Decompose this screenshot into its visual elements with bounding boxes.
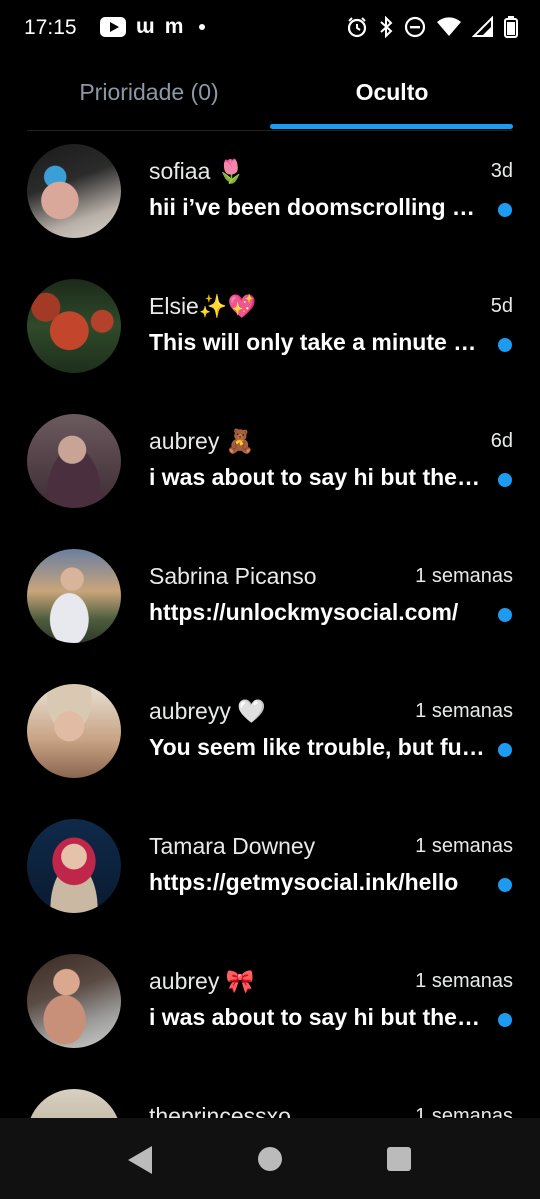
conversation-name: aubrey 🧸 bbox=[149, 428, 255, 454]
avatar[interactable] bbox=[27, 684, 121, 778]
messenger-icon: m bbox=[164, 15, 184, 38]
unread-indicator bbox=[498, 338, 512, 352]
avatar[interactable] bbox=[27, 1089, 121, 1118]
conversation-row[interactable]: Elsie✨💖 5d This will only take a minute … bbox=[0, 271, 540, 406]
unread-indicator bbox=[498, 203, 512, 217]
unread-indicator bbox=[498, 473, 512, 487]
more-dot-icon bbox=[199, 24, 206, 30]
conversation-name: Elsie✨💖 bbox=[149, 293, 257, 319]
tab-priority[interactable]: Prioridade (0) bbox=[27, 62, 271, 122]
conversation-preview: You seem like trouble, but fun trouble bbox=[149, 734, 485, 760]
conversation-name: aubrey 🎀 bbox=[149, 968, 255, 994]
avatar[interactable] bbox=[27, 279, 121, 373]
unread-indicator bbox=[498, 1013, 512, 1027]
conversation-row[interactable]: aubreyy 🤍 1 semanas You seem like troubl… bbox=[0, 676, 540, 811]
avatar[interactable] bbox=[27, 414, 121, 508]
avatar[interactable] bbox=[27, 819, 121, 913]
unread-indicator bbox=[498, 743, 512, 757]
status-left-icons: ɯ m bbox=[100, 15, 206, 38]
conversation-time: 1 semanas bbox=[415, 835, 513, 857]
tab-bar: Prioridade (0) Oculto bbox=[0, 62, 540, 132]
conversation-name: Sabrina Picanso bbox=[149, 563, 317, 589]
conversation-row[interactable]: aubrey 🎀 1 semanas i was about to say hi… bbox=[0, 946, 540, 1081]
back-icon[interactable] bbox=[128, 1146, 152, 1174]
conversation-time: 1 semanas bbox=[415, 565, 513, 587]
conversation-time: 5d bbox=[490, 295, 513, 317]
conversation-time: 1 semanas bbox=[415, 1105, 513, 1118]
unread-indicator bbox=[498, 878, 512, 892]
tab-selected-indicator bbox=[270, 124, 513, 129]
do-not-disturb-icon bbox=[404, 16, 426, 38]
alarm-icon bbox=[347, 17, 367, 38]
avatar[interactable] bbox=[27, 144, 121, 238]
recents-icon[interactable] bbox=[387, 1147, 411, 1171]
tab-hidden[interactable]: Oculto bbox=[270, 62, 514, 122]
unread-indicator bbox=[498, 608, 512, 622]
battery-icon bbox=[504, 16, 518, 38]
youtube-icon bbox=[100, 17, 126, 37]
wifi-icon bbox=[437, 17, 461, 36]
conversation-preview: hii i’ve been doomscrolling and came acr… bbox=[149, 194, 485, 220]
conversation-preview: This will only take a minute of your tim… bbox=[149, 329, 485, 355]
conversation-name: aubreyy 🤍 bbox=[149, 698, 266, 724]
home-icon[interactable] bbox=[258, 1147, 282, 1171]
conversation-preview: https://getmysocial.ink/hello bbox=[149, 869, 459, 895]
conversation-time: 1 semanas bbox=[415, 970, 513, 992]
status-right-icons bbox=[346, 16, 518, 38]
conversation-row[interactable]: Sabrina Picanso 1 semanas https://unlock… bbox=[0, 541, 540, 676]
conversation-name: Tamara Downey bbox=[149, 833, 316, 859]
conversation-list[interactable]: sofiaa 🌷 3d hii i’ve been doomscrolling … bbox=[0, 136, 540, 1118]
conversation-row[interactable]: aubrey 🧸 6d i was about to say hi but th… bbox=[0, 406, 540, 541]
conversation-row[interactable]: theprincessxo 1 semanas bbox=[0, 1081, 540, 1118]
avatar[interactable] bbox=[27, 549, 121, 643]
conversation-preview: i was about to say hi but then i got ner… bbox=[149, 464, 485, 490]
conversation-preview: https://unlockmysocial.com/ bbox=[149, 599, 459, 625]
conversation-time: 3d bbox=[490, 160, 513, 182]
status-time: 17:15 bbox=[24, 16, 77, 39]
signal-icon bbox=[472, 16, 493, 37]
conversation-name: sofiaa 🌷 bbox=[149, 158, 246, 184]
conversation-preview: i was about to say hi but then i got ner… bbox=[149, 1004, 485, 1030]
conversation-time: 6d bbox=[490, 430, 513, 452]
system-navigation-bar bbox=[0, 1118, 540, 1199]
conversation-time: 1 semanas bbox=[415, 700, 513, 722]
avatar[interactable] bbox=[27, 954, 121, 1048]
bluetooth-icon bbox=[380, 16, 393, 38]
conversation-row[interactable]: Tamara Downey 1 semanas https://getmysoc… bbox=[0, 811, 540, 946]
status-bar: 17:15 ɯ m bbox=[0, 0, 540, 60]
notification-icon: ɯ bbox=[136, 15, 155, 38]
tab-divider bbox=[27, 130, 513, 131]
conversation-name: theprincessxo bbox=[149, 1103, 291, 1118]
conversation-row[interactable]: sofiaa 🌷 3d hii i’ve been doomscrolling … bbox=[0, 136, 540, 271]
